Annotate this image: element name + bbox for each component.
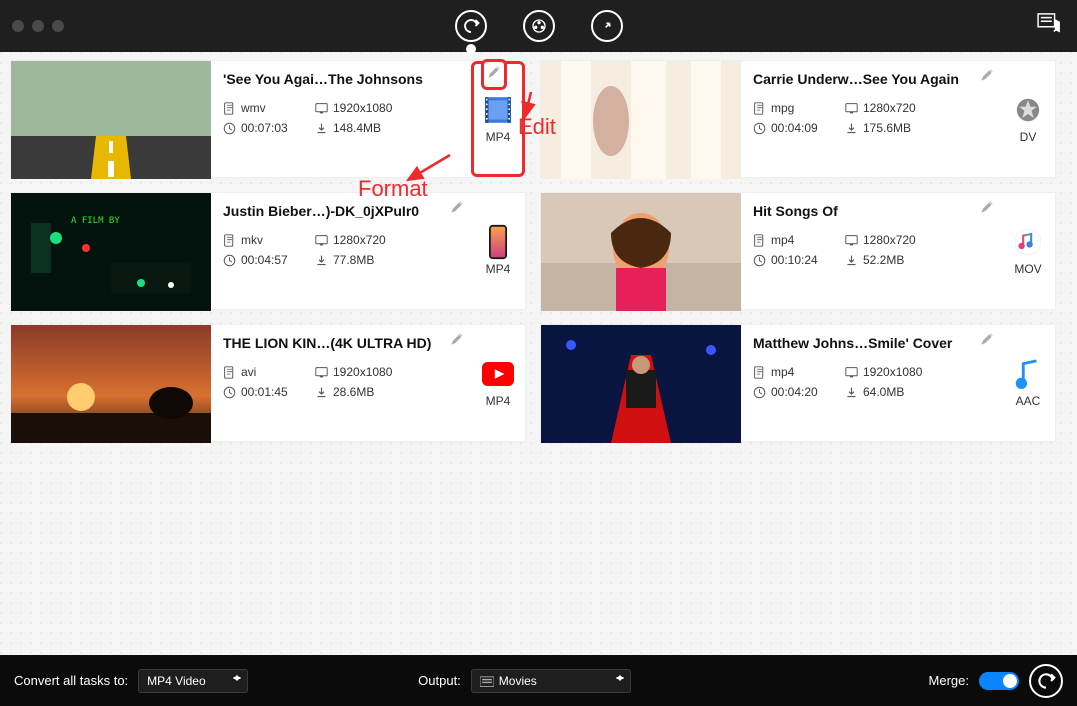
merge-toggle[interactable] <box>979 672 1019 690</box>
format-icon <box>482 358 514 390</box>
format-label: MP4 <box>486 394 511 408</box>
video-meta: Hit Songs Of mp4 00:10:24 1280x720 52.2M… <box>741 193 1001 309</box>
file-resolution: 1280x720 <box>863 101 916 115</box>
bottom-bar: Convert all tasks to: MP4 Video Output: … <box>0 655 1077 706</box>
video-title: Justin Bieber…)-DK_0jXPuIr0 <box>223 203 463 219</box>
output-format-button[interactable]: AAC <box>1001 325 1055 441</box>
merge-label: Merge: <box>929 673 969 688</box>
maximize-dot[interactable] <box>52 20 64 32</box>
file-size: 148.4MB <box>333 121 381 135</box>
convert-all-value: MP4 Video <box>147 674 205 688</box>
video-title: Matthew Johns…Smile' Cover <box>753 335 993 351</box>
video-title: THE LION KIN…(4K ULTRA HD) <box>223 335 463 351</box>
convert-all-label: Convert all tasks to: <box>14 673 128 688</box>
folder-icon <box>480 675 494 687</box>
file-ext: mpg <box>771 101 794 115</box>
video-thumbnail[interactable] <box>541 325 741 443</box>
output-format-button[interactable]: MOV <box>1001 193 1055 309</box>
toolbox-icon[interactable] <box>1037 13 1063 40</box>
video-thumbnail[interactable] <box>541 193 741 311</box>
share-icon <box>599 18 615 34</box>
window-controls <box>12 20 64 32</box>
format-icon <box>1012 94 1044 126</box>
file-resolution: 1920x1080 <box>863 365 922 379</box>
edit-button[interactable] <box>449 199 465 220</box>
video-card[interactable]: Hit Songs Of mp4 00:10:24 1280x720 52.2M… <box>540 192 1056 310</box>
edit-button[interactable] <box>979 331 995 352</box>
video-title: 'See You Agai…The Johnsons <box>223 71 463 87</box>
format-label: MP4 <box>486 130 511 144</box>
video-thumbnail[interactable]: A FILM BY <box>11 193 211 311</box>
file-size: 52.2MB <box>863 253 904 267</box>
format-label: MOV <box>1014 262 1041 276</box>
start-convert-button[interactable] <box>1029 664 1063 698</box>
file-resolution: 1280x720 <box>863 233 916 247</box>
video-meta: THE LION KIN…(4K ULTRA HD) avi 00:01:45 … <box>211 325 471 441</box>
file-duration: 00:01:45 <box>241 385 288 399</box>
title-bar <box>0 0 1077 52</box>
refresh-icon <box>1036 671 1056 691</box>
video-meta: Matthew Johns…Smile' Cover mp4 00:04:20 … <box>741 325 1001 441</box>
output-format-button[interactable]: DV <box>1001 61 1055 177</box>
output-format-button[interactable]: MP4 <box>471 193 525 309</box>
video-card[interactable]: Matthew Johns…Smile' Cover mp4 00:04:20 … <box>540 324 1056 442</box>
output-folder-select[interactable]: Movies <box>471 669 631 693</box>
edit-button[interactable] <box>481 59 507 90</box>
video-meta: Justin Bieber…)-DK_0jXPuIr0 mkv 00:04:57… <box>211 193 471 309</box>
content-area: 'See You Agai…The Johnsons wmv 00:07:03 … <box>0 52 1077 655</box>
format-icon <box>482 226 514 258</box>
main-tabs <box>455 10 623 42</box>
video-card[interactable]: Carrie Underw…See You Again mpg 00:04:09… <box>540 60 1056 178</box>
file-duration: 00:04:20 <box>771 385 818 399</box>
close-dot[interactable] <box>12 20 24 32</box>
file-ext: wmv <box>241 101 266 115</box>
annotation-format: Format <box>358 176 428 202</box>
video-title: Carrie Underw…See You Again <box>753 71 993 87</box>
video-title: Hit Songs Of <box>753 203 993 219</box>
file-duration: 00:10:24 <box>771 253 818 267</box>
format-icon <box>1012 358 1044 390</box>
format-label: AAC <box>1016 394 1041 408</box>
file-size: 77.8MB <box>333 253 374 267</box>
annotation-edit: Edit <box>518 114 556 140</box>
file-duration: 00:04:57 <box>241 253 288 267</box>
tab-share[interactable] <box>591 10 623 42</box>
output-format-button[interactable]: MP4 <box>471 325 525 441</box>
file-resolution: 1280x720 <box>333 233 386 247</box>
video-thumbnail[interactable] <box>11 325 211 443</box>
format-label: MP4 <box>486 262 511 276</box>
file-ext: avi <box>241 365 256 379</box>
minimize-dot[interactable] <box>32 20 44 32</box>
file-ext: mp4 <box>771 365 794 379</box>
file-ext: mkv <box>241 233 263 247</box>
video-card[interactable]: A FILM BY Justin Bieber…)-DK_0jXPuIr0 mk… <box>10 192 526 310</box>
tab-download[interactable] <box>523 10 555 42</box>
format-icon <box>1012 226 1044 258</box>
file-ext: mp4 <box>771 233 794 247</box>
reel-icon <box>531 18 547 34</box>
video-meta: Carrie Underw…See You Again mpg 00:04:09… <box>741 61 1001 177</box>
output-label: Output: <box>418 673 461 688</box>
video-thumbnail[interactable] <box>11 61 211 179</box>
edit-button[interactable] <box>979 67 995 88</box>
file-size: 175.6MB <box>863 121 911 135</box>
video-thumbnail[interactable] <box>541 61 741 179</box>
output-folder-value: Movies <box>499 674 537 688</box>
file-size: 64.0MB <box>863 385 904 399</box>
file-duration: 00:04:09 <box>771 121 818 135</box>
file-resolution: 1920x1080 <box>333 101 392 115</box>
file-duration: 00:07:03 <box>241 121 288 135</box>
edit-button[interactable] <box>449 331 465 352</box>
svg-text:A FILM BY: A FILM BY <box>71 216 120 226</box>
file-resolution: 1920x1080 <box>333 365 392 379</box>
refresh-icon <box>462 17 480 35</box>
tab-convert[interactable] <box>455 10 487 42</box>
edit-button[interactable] <box>979 199 995 220</box>
video-card[interactable]: THE LION KIN…(4K ULTRA HD) avi 00:01:45 … <box>10 324 526 442</box>
format-label: DV <box>1020 130 1037 144</box>
convert-all-select[interactable]: MP4 Video <box>138 669 248 693</box>
file-size: 28.6MB <box>333 385 374 399</box>
